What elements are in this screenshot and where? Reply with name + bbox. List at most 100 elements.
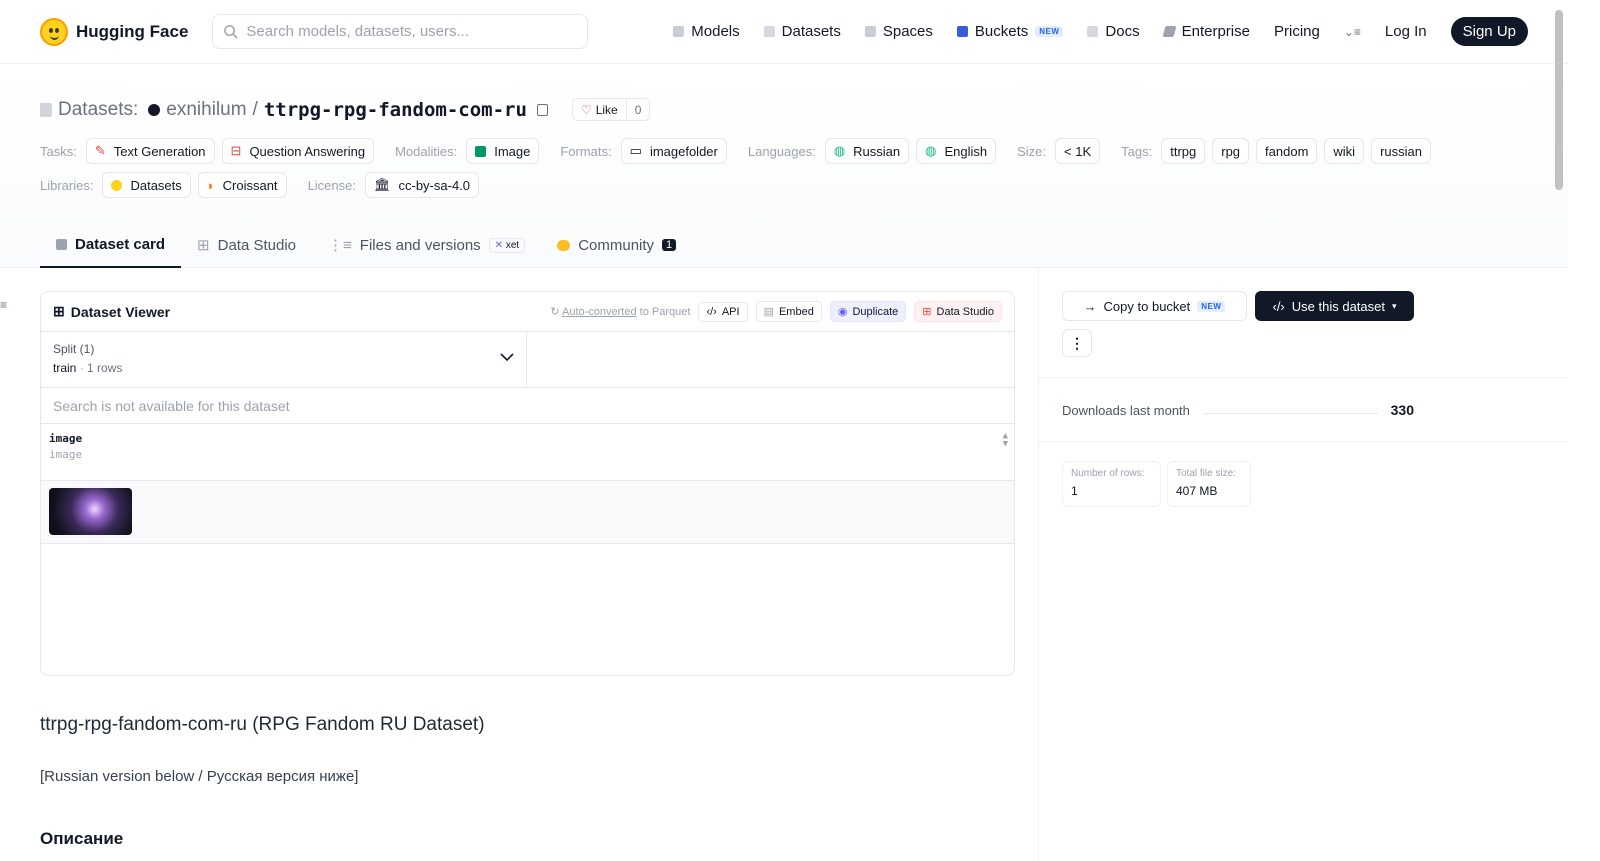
files-icon: ⋮≡ (328, 237, 352, 254)
login-link[interactable]: Log In (1385, 23, 1427, 40)
table-row[interactable] (41, 481, 1014, 544)
tag-image[interactable]: Image (466, 138, 540, 164)
tag-lib-datasets[interactable]: Datasets (102, 172, 191, 198)
scrollbar-thumb[interactable] (1555, 10, 1563, 190)
repo-name-link[interactable]: ttrpg-rpg-fandom-com-ru (264, 99, 527, 121)
libraries-label: Libraries: (40, 177, 94, 193)
readme-heading: ttrpg-rpg-fandom-com-ru (RPG Fandom RU D… (40, 714, 485, 735)
tag-label-text: cc-by-sa-4.0 (398, 177, 471, 193)
license-icon: 🏛 (373, 177, 391, 192)
tag-russian-topic[interactable]: russian (1371, 138, 1431, 164)
spaces-icon (864, 26, 876, 37)
tag-license[interactable]: 🏛 cc-by-sa-4.0 (364, 172, 480, 198)
nav-pricing[interactable]: Pricing (1274, 23, 1320, 40)
tag-imagefolder[interactable]: ▭ imagefolder (620, 138, 727, 164)
tag-fandom[interactable]: fandom (1256, 138, 1318, 164)
tag-question-answering[interactable]: ⊟ Question Answering (221, 138, 375, 164)
column-name: image (49, 432, 83, 445)
tag-label-text: rpg (1221, 143, 1241, 159)
xet-badge: ✕ xet (488, 237, 526, 253)
tab-label: Dataset card (75, 235, 166, 253)
sort-icon[interactable]: ▲ ▼ (1003, 432, 1008, 449)
tasks-label: Tasks: (40, 143, 77, 159)
tag-rpg[interactable]: rpg (1212, 138, 1250, 164)
tag-label-text: < 1K (1064, 143, 1092, 159)
question-answering-icon: ⊟ (230, 143, 242, 158)
tag-russian[interactable]: ◍ Russian (824, 138, 910, 164)
page-scrollbar[interactable] (1553, 10, 1563, 850)
arrow-right-icon: → (1083, 298, 1097, 314)
text-generation-icon: ✎ (94, 143, 106, 158)
nav-datasets[interactable]: Datasets (763, 23, 841, 40)
croissant-icon: ◗ (206, 177, 215, 193)
like-button[interactable]: ♡ Like 0 (571, 98, 651, 121)
nav-datasets-label: Datasets (781, 23, 841, 40)
use-this-dataset-button[interactable]: ‹/› Use this dataset ▾ (1255, 291, 1414, 321)
toc-toggle-icon[interactable]: ≡ (0, 298, 7, 312)
dataset-viewer: ⊞ Dataset Viewer ↻ Auto-converted to Parq… (40, 291, 1015, 676)
tag-size[interactable]: < 1K (1055, 138, 1101, 164)
search-input[interactable]: Search models, datasets, users... (212, 14, 589, 49)
path-separator: / (252, 98, 258, 120)
tag-lib-croissant[interactable]: ◗ Croissant (197, 172, 287, 198)
modalities-label: Modalities: (395, 143, 458, 159)
nav-buckets[interactable]: Buckets NEW (956, 23, 1064, 40)
embed-label: Embed (778, 305, 814, 318)
brand-logo[interactable]: Hugging Face (40, 17, 189, 46)
tag-ttrpg[interactable]: ttrpg (1161, 138, 1206, 164)
duplicate-button[interactable]: ◉ Duplicate (829, 301, 907, 322)
split-name: train (53, 361, 77, 375)
metadata-row-1: Tasks: ✎ Text Generation ⊟ Question Answer… (40, 138, 1445, 164)
split-value: train · 1 rows (53, 361, 123, 375)
api-button[interactable]: ‹/› API (698, 301, 748, 322)
copy-icon[interactable] (536, 103, 548, 116)
downloads-label: Downloads last month (1062, 402, 1190, 418)
split-dropdown[interactable]: Split (1) train · 1 rows (41, 332, 527, 387)
signup-button[interactable]: Sign Up (1450, 17, 1528, 46)
owner-link[interactable]: exnihilum (166, 99, 246, 121)
datasets-icon (763, 26, 775, 37)
buckets-icon (956, 26, 968, 37)
tag-label-text: imagefolder (649, 143, 718, 159)
copy-to-bucket-button[interactable]: → Copy to bucket NEW (1062, 291, 1247, 321)
tab-data-studio[interactable]: ⊞ Data Studio (181, 222, 312, 268)
tag-label-text: fandom (1265, 143, 1309, 159)
top-nav: Hugging Face Search models, datasets, us… (0, 0, 1568, 64)
column-header-image[interactable]: image image ▲ ▼ (41, 424, 1014, 481)
nav-models[interactable]: Models (673, 23, 740, 40)
image-modality-icon (475, 145, 487, 157)
tag-label-text: English (944, 143, 988, 159)
nav-more-menu[interactable]: ⌄≡ (1344, 25, 1361, 39)
viewer-title-text: Dataset Viewer (70, 303, 171, 320)
nav-docs[interactable]: Docs (1087, 23, 1140, 40)
nav-spaces[interactable]: Spaces (864, 23, 933, 40)
tab-community[interactable]: Community 1 (541, 222, 692, 268)
community-icon (557, 239, 571, 251)
embed-button[interactable]: ▤ Embed (755, 301, 822, 322)
downloads-value: 330 (1390, 402, 1414, 418)
brand-name: Hugging Face (76, 21, 189, 41)
column-type: image (49, 448, 83, 461)
image-thumbnail[interactable] (49, 488, 132, 535)
auto-converted-link[interactable]: Auto-converted (562, 306, 637, 318)
more-menu-icon: ⌄≡ (1343, 24, 1361, 39)
globe-icon: ◍ (833, 143, 846, 158)
tag-wiki[interactable]: wiki (1324, 138, 1365, 164)
split-rows: 1 rows (87, 361, 123, 375)
like-count: 0 (625, 99, 650, 120)
tab-label: Community (578, 236, 655, 254)
tab-files-and-versions[interactable]: ⋮≡ Files and versions ✕ xet (312, 222, 541, 268)
languages-label: Languages: (747, 143, 816, 159)
tag-english[interactable]: ◍ English (916, 138, 997, 164)
api-label: API (721, 305, 740, 318)
data-studio-button[interactable]: ⊞ Data Studio (914, 301, 1002, 322)
more-options-button[interactable]: ⋮ (1062, 329, 1092, 357)
tag-text-generation[interactable]: ✎ Text Generation (85, 138, 215, 164)
duplicate-label: Duplicate (852, 305, 899, 318)
enterprise-icon (1162, 26, 1177, 37)
duplicate-icon: ◉ (837, 306, 848, 318)
nav-enterprise[interactable]: Enterprise (1162, 23, 1250, 40)
tab-dataset-card[interactable]: Dataset card (40, 222, 182, 268)
xet-label: xet (505, 239, 520, 251)
heart-icon: ♡ (580, 102, 592, 117)
